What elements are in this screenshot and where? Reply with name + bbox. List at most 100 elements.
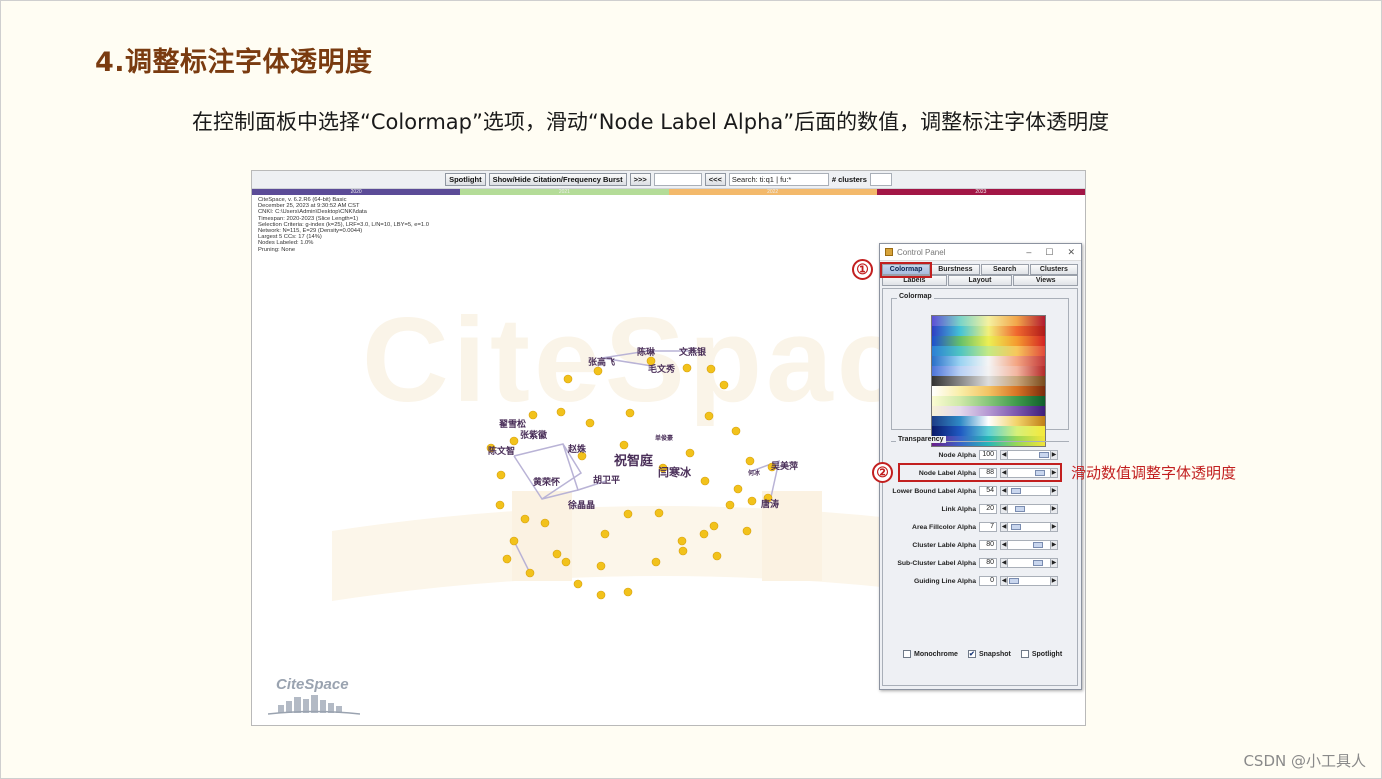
tab-burstness[interactable]: Burstness xyxy=(931,264,980,275)
minimize-icon[interactable]: – xyxy=(1026,247,1031,258)
colormap-option[interactable] xyxy=(932,346,1045,356)
slider-value[interactable]: 100 xyxy=(979,450,997,460)
slider-thumb[interactable] xyxy=(1009,578,1019,584)
slider-value[interactable]: 80 xyxy=(979,540,997,550)
network-node[interactable] xyxy=(654,508,664,518)
close-icon[interactable]: ✕ xyxy=(1067,247,1075,258)
slider-thumb[interactable] xyxy=(1010,488,1021,494)
checkbox-icon[interactable] xyxy=(903,650,911,658)
slider-track[interactable]: ◀ ▶ xyxy=(1000,558,1058,568)
network-node[interactable] xyxy=(623,587,633,597)
slider-left-arrow-icon[interactable]: ◀ xyxy=(1001,451,1008,459)
network-node[interactable] xyxy=(561,557,571,567)
slider-left-arrow-icon[interactable]: ◀ xyxy=(1001,559,1008,567)
colormap-list[interactable] xyxy=(931,315,1046,447)
network-node[interactable] xyxy=(502,554,512,564)
network-node[interactable] xyxy=(712,551,722,561)
checkbox-icon[interactable] xyxy=(1020,650,1029,658)
network-node[interactable] xyxy=(496,470,506,480)
network-node[interactable] xyxy=(520,514,530,524)
network-node[interactable] xyxy=(573,579,583,589)
network-node[interactable] xyxy=(540,518,550,528)
slider-right-arrow-icon[interactable]: ▶ xyxy=(1050,541,1057,549)
colormap-option[interactable] xyxy=(932,406,1045,416)
network-node[interactable] xyxy=(733,484,743,494)
slider-thumb[interactable] xyxy=(1011,524,1022,530)
slider-value[interactable]: 20 xyxy=(979,504,997,514)
checkbox-snapshot[interactable]: ✔ Snapshot xyxy=(967,650,1011,658)
tab-search[interactable]: Search xyxy=(980,264,1029,275)
network-node[interactable] xyxy=(709,521,719,531)
slider-right-arrow-icon[interactable]: ▶ xyxy=(1050,451,1057,459)
network-node[interactable] xyxy=(596,590,606,600)
slider-track[interactable]: ◀ ▶ xyxy=(1000,504,1058,514)
colormap-option[interactable] xyxy=(932,416,1045,426)
slider-value[interactable]: 54 xyxy=(979,486,997,496)
slider-left-arrow-icon[interactable]: ◀ xyxy=(1001,523,1008,531)
colormap-option[interactable] xyxy=(932,396,1045,406)
slider-track[interactable]: ◀ ▶ xyxy=(1000,486,1058,496)
colormap-option[interactable] xyxy=(932,356,1045,366)
network-node[interactable] xyxy=(509,536,519,546)
slider-thumb[interactable] xyxy=(1039,452,1049,458)
network-node[interactable] xyxy=(704,411,714,421)
slider-value[interactable]: 0 xyxy=(979,576,997,586)
network-node[interactable] xyxy=(623,509,633,519)
slider-track[interactable]: ◀ ▶ xyxy=(1000,576,1058,586)
colormap-option[interactable] xyxy=(932,336,1045,346)
slider-value[interactable]: 80 xyxy=(979,558,997,568)
tab-clusters[interactable]: Clusters xyxy=(1029,264,1078,275)
network-node[interactable] xyxy=(719,380,729,390)
slider-thumb[interactable] xyxy=(1033,560,1043,566)
network-node[interactable] xyxy=(745,456,755,466)
slider-right-arrow-icon[interactable]: ▶ xyxy=(1050,523,1057,531)
network-node[interactable] xyxy=(700,476,710,486)
network-node[interactable] xyxy=(600,529,610,539)
slider-right-arrow-icon[interactable]: ▶ xyxy=(1050,505,1057,513)
network-node[interactable] xyxy=(596,561,606,571)
network-node[interactable] xyxy=(651,557,661,567)
colormap-option[interactable] xyxy=(932,426,1045,436)
network-node[interactable] xyxy=(525,568,535,578)
network-node[interactable] xyxy=(682,363,692,373)
network-node[interactable] xyxy=(563,374,573,384)
checkbox-icon[interactable]: ✔ xyxy=(967,650,976,658)
network-node[interactable] xyxy=(678,546,688,556)
slider-left-arrow-icon[interactable]: ◀ xyxy=(1001,487,1008,495)
slider-left-arrow-icon[interactable]: ◀ xyxy=(1001,577,1008,585)
network-node[interactable] xyxy=(706,364,716,374)
slider-track[interactable]: ◀ ▶ xyxy=(1000,450,1058,460)
colormap-option[interactable] xyxy=(932,366,1045,376)
slider-thumb[interactable] xyxy=(1033,542,1043,548)
network-node[interactable] xyxy=(552,549,562,559)
tab-views[interactable]: Views xyxy=(1013,275,1079,286)
network-node[interactable] xyxy=(742,526,752,536)
slider-value[interactable]: 7 xyxy=(979,522,997,532)
checkbox-spotlight[interactable]: Spotlight xyxy=(1020,650,1062,658)
colormap-option[interactable] xyxy=(932,386,1045,396)
slider-right-arrow-icon[interactable]: ▶ xyxy=(1050,577,1057,585)
colormap-option[interactable] xyxy=(932,316,1045,326)
colormap-option[interactable] xyxy=(932,376,1045,386)
tab-layout[interactable]: Layout xyxy=(947,275,1013,286)
checkbox-monochrome[interactable]: Monochrome xyxy=(903,650,958,658)
colormap-option[interactable] xyxy=(932,326,1045,336)
slider-left-arrow-icon[interactable]: ◀ xyxy=(1001,505,1008,513)
slider-right-arrow-icon[interactable]: ▶ xyxy=(1050,559,1057,567)
network-node[interactable] xyxy=(625,408,635,418)
network-node[interactable] xyxy=(731,426,741,436)
network-node[interactable] xyxy=(725,500,735,510)
network-node[interactable] xyxy=(677,536,687,546)
network-node[interactable] xyxy=(495,500,505,510)
slider-thumb[interactable] xyxy=(1015,506,1025,512)
network-node[interactable] xyxy=(528,410,538,420)
network-node[interactable] xyxy=(699,529,709,539)
slider-left-arrow-icon[interactable]: ◀ xyxy=(1001,541,1008,549)
network-node[interactable] xyxy=(747,496,757,506)
network-node[interactable] xyxy=(619,440,629,450)
network-node[interactable] xyxy=(593,366,603,376)
slider-right-arrow-icon[interactable]: ▶ xyxy=(1050,487,1057,495)
network-node[interactable] xyxy=(585,418,595,428)
network-node[interactable] xyxy=(556,407,566,417)
maximize-icon[interactable]: ☐ xyxy=(1045,247,1053,258)
